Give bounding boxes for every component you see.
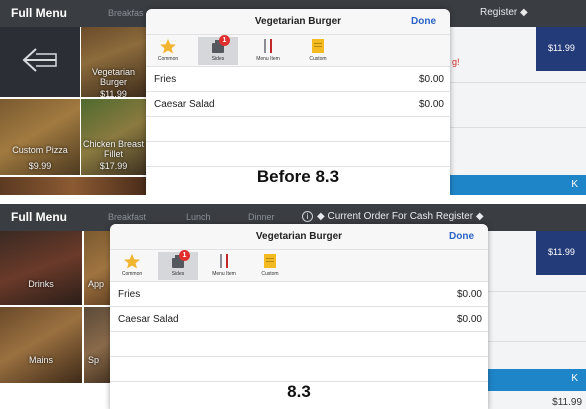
tab-common[interactable]: Common — [148, 37, 188, 65]
menu-tile-row[interactable] — [0, 177, 146, 195]
tile-price: $11.99 — [100, 89, 127, 97]
star-icon — [160, 38, 176, 54]
sides-badge: 1 — [179, 250, 190, 261]
price-tile[interactable]: $11.99 — [536, 27, 586, 71]
tab-menu-item[interactable]: Menu Item — [248, 37, 288, 65]
modifier-row-fries[interactable]: Fries $0.00 — [146, 67, 450, 92]
info-icon[interactable]: i — [302, 211, 313, 222]
tab-custom[interactable]: Custom — [298, 37, 338, 65]
modifier-modal: Vegetarian Burger Done Common 1 Sides Me… — [110, 224, 488, 409]
modifier-row-empty — [110, 357, 488, 382]
tile-label: Vegetarian Burger — [91, 67, 136, 87]
version-caption: 8.3 — [287, 382, 311, 401]
item-price: $0.00 — [456, 289, 482, 300]
divider — [446, 82, 586, 83]
sides-badge: 1 — [219, 35, 230, 46]
order-bar-text: ◆ Current Order For Cash Register ◆ — [317, 211, 484, 222]
full-menu-title[interactable]: Full Menu — [11, 6, 67, 20]
order-panel: $11.99 g! K — [446, 27, 586, 195]
before-panel: Full Menu Breakfas Register ◆ Vegetarian… — [0, 0, 586, 195]
tab-custom[interactable]: Custom — [250, 252, 290, 280]
modal-header: Vegetarian Burger Done — [146, 9, 450, 35]
after-panel: Full Menu Breakfast Lunch Dinner i ◆ Curr… — [0, 204, 586, 409]
category-tile-drinks[interactable]: Drinks — [0, 231, 82, 305]
current-order-bar[interactable]: i ◆ Current Order For Cash Register ◆ — [302, 211, 484, 222]
item-name: Caesar Salad — [118, 314, 179, 325]
menu-tile-chicken-breast-fillet[interactable]: Chicken Breast Fillet $17.99 — [81, 99, 146, 175]
tab-breakfast[interactable]: Breakfast — [108, 212, 146, 222]
promo-text: g! — [452, 57, 460, 67]
tab-common[interactable]: Common — [112, 252, 152, 280]
version-caption: Before 8.3 — [256, 167, 340, 186]
tab-menu-item[interactable]: Menu Item — [204, 252, 244, 280]
fork-knife-icon — [220, 254, 228, 268]
order-total-price: $11.99 — [552, 397, 582, 408]
item-name: Caesar Salad — [154, 99, 215, 110]
tile-label: Mains — [28, 355, 53, 365]
modal-title: Vegetarian Burger — [255, 231, 343, 242]
tab-sides[interactable]: 1 Sides — [198, 35, 238, 65]
done-button[interactable]: Done — [449, 231, 474, 242]
menu-tile-custom-pizza[interactable]: Custom Pizza $9.99 — [0, 99, 80, 175]
modifier-tabs: Common 1 Sides Menu Item Custom — [110, 250, 488, 282]
note-icon — [312, 39, 324, 53]
full-menu-title[interactable]: Full Menu — [11, 210, 67, 224]
done-button[interactable]: Done — [411, 16, 436, 27]
modifier-modal: Vegetarian Burger Done Common 1 Sides Me… — [146, 9, 450, 195]
modifier-tabs: Common 1 Sides Menu Item Custom — [146, 35, 450, 67]
order-bar-text[interactable]: Register ◆ — [480, 7, 528, 18]
star-icon — [124, 253, 140, 269]
modifier-row-empty — [146, 117, 450, 142]
modal-header: Vegetarian Burger Done — [110, 224, 488, 250]
modifier-row-fries[interactable]: Fries $0.00 — [110, 282, 488, 307]
fork-knife-icon — [264, 39, 272, 53]
collapse-icon[interactable]: K — [571, 179, 578, 190]
modifier-row-empty — [110, 332, 488, 357]
item-price: $0.00 — [456, 314, 482, 325]
tab-breakfast[interactable]: Breakfas — [108, 8, 144, 18]
modifier-row-caesar-salad[interactable]: Caesar Salad $0.00 — [110, 307, 488, 332]
item-name: Fries — [118, 289, 141, 300]
tab-lunch[interactable]: Lunch — [186, 212, 211, 222]
tile-label: Chicken Breast Fillet — [82, 139, 145, 159]
tile-price: $9.99 — [28, 161, 52, 171]
collapse-icon[interactable]: K — [571, 373, 578, 384]
item-price: $0.00 — [418, 99, 444, 110]
price-tile[interactable]: $11.99 — [536, 231, 586, 275]
tab-dinner[interactable]: Dinner — [248, 212, 275, 222]
menu-tile-vegetarian-burger[interactable]: Vegetarian Burger $11.99 — [81, 27, 146, 97]
modifier-row-caesar-salad[interactable]: Caesar Salad $0.00 — [146, 92, 450, 117]
tile-label: Drinks — [28, 279, 54, 289]
modifier-row-empty — [146, 142, 450, 167]
tab-sides[interactable]: 1 Sides — [158, 250, 198, 280]
order-action-bar[interactable]: K — [446, 175, 586, 195]
pot-icon: 1 — [209, 35, 230, 54]
item-price: $0.00 — [418, 74, 444, 85]
pot-icon: 1 — [169, 250, 190, 269]
category-tile-mains[interactable]: Mains — [0, 307, 82, 383]
note-icon — [264, 254, 276, 268]
divider — [446, 127, 586, 128]
tile-label: Custom Pizza — [12, 145, 68, 155]
tile-price: $17.99 — [99, 161, 128, 171]
back-tile[interactable] — [0, 27, 80, 97]
back-arrow-icon — [22, 48, 57, 72]
modal-title: Vegetarian Burger — [254, 16, 342, 27]
item-name: Fries — [154, 74, 177, 85]
